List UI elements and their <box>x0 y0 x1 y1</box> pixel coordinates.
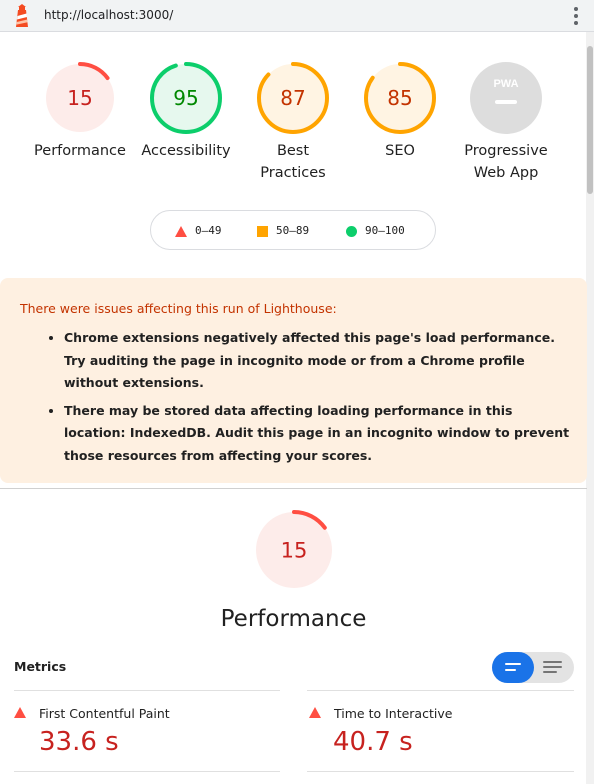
section-divider <box>0 488 587 489</box>
score-legend: 0–49 50–89 90–100 <box>150 210 436 250</box>
legend-fail: 0–49 <box>175 224 222 238</box>
best-practices-label: Best Practices <box>238 140 348 184</box>
warning-list: Chrome extensions negatively affected th… <box>20 327 575 472</box>
pwa-label: Progressive Web App <box>451 140 561 184</box>
warning-item: Chrome extensions negatively affected th… <box>64 327 575 395</box>
expanded-view-button[interactable] <box>534 652 574 683</box>
legend-pass-label: 90–100 <box>365 224 405 237</box>
gauge-seo[interactable]: 85 SEO <box>345 62 455 162</box>
run-warnings-box: There were issues affecting this run of … <box>0 278 587 483</box>
gauge-accessibility[interactable]: 95 Accessibility <box>131 62 241 162</box>
performance-large-score: 15 <box>281 539 308 563</box>
best-practices-gauge-chart: 87 <box>257 62 329 134</box>
gauge-best-practices[interactable]: 87 Best Practices <box>238 62 348 184</box>
square-icon <box>257 225 268 237</box>
performance-score: 15 <box>67 86 92 110</box>
pwa-badge-icon: PWA <box>470 62 542 134</box>
compact-view-button[interactable] <box>492 652 534 683</box>
best-practices-label-line1: Best <box>276 143 310 159</box>
metrics-heading: Metrics <box>14 659 67 674</box>
metrics-view-toggle[interactable] <box>492 652 574 683</box>
fail-triangle-icon <box>14 707 26 718</box>
gauge-performance[interactable]: 15 Performance <box>25 62 135 162</box>
gauge-pwa[interactable]: PWA Progressive Web App <box>451 62 561 184</box>
pwa-badge-text: PWA <box>493 78 518 90</box>
metrics-divider <box>14 771 280 772</box>
metric-tti-name: Time to Interactive <box>334 706 453 721</box>
circle-icon <box>346 225 357 237</box>
legend-pass: 90–100 <box>346 224 405 238</box>
best-practices-score: 87 <box>280 86 305 110</box>
fail-triangle-icon <box>309 707 321 718</box>
metrics-divider <box>307 771 574 772</box>
performance-label: Performance <box>34 143 126 159</box>
scrollbar-thumb[interactable] <box>587 46 593 194</box>
performance-section-title: Performance <box>220 606 367 632</box>
metric-fcp-name: First Contentful Paint <box>39 706 170 721</box>
lighthouse-logo-icon <box>16 4 28 27</box>
browser-toolbar: http://localhost:3000/ <box>0 0 594 32</box>
performance-gauge-chart: 15 <box>44 62 116 134</box>
metrics-divider <box>14 690 280 691</box>
address-bar-url[interactable]: http://localhost:3000/ <box>44 8 173 22</box>
warning-item: There may be stored data affecting loadi… <box>64 400 575 468</box>
warning-title: There were issues affecting this run of … <box>20 301 337 316</box>
pwa-label-line1: Progressive <box>464 143 548 159</box>
accessibility-gauge-chart: 95 <box>150 62 222 134</box>
legend-fail-label: 0–49 <box>195 224 222 237</box>
legend-average-label: 50–89 <box>276 224 310 237</box>
pwa-label-line2: Web App <box>473 165 539 181</box>
best-practices-label-line2: Practices <box>260 165 326 181</box>
accessibility-score: 95 <box>173 86 198 110</box>
accessibility-label: Accessibility <box>141 143 231 159</box>
metric-tti-value: 40.7 s <box>333 727 413 757</box>
performance-large-gauge: 15 <box>254 510 334 590</box>
metric-fcp-value: 33.6 s <box>39 727 119 757</box>
seo-label: SEO <box>385 143 415 159</box>
triangle-icon <box>175 225 187 237</box>
metrics-divider <box>307 690 574 691</box>
seo-score: 85 <box>387 86 412 110</box>
scrollbar[interactable] <box>586 32 594 784</box>
legend-average: 50–89 <box>257 224 309 238</box>
more-menu-icon[interactable] <box>570 5 582 27</box>
seo-gauge-chart: 85 <box>364 62 436 134</box>
